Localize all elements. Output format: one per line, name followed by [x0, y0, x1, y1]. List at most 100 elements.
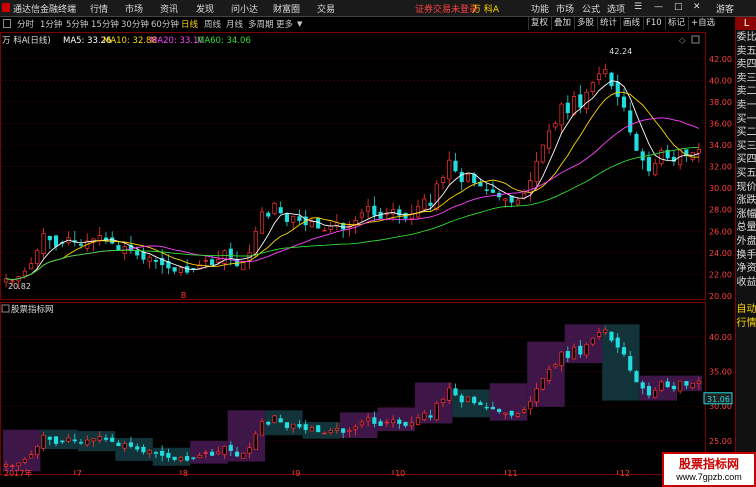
indicator-candle — [547, 369, 552, 381]
x-tick-label: 10 — [395, 469, 405, 478]
indicator-candle — [216, 451, 221, 455]
menu-zixun[interactable]: 资讯 — [160, 2, 178, 15]
indicator-candle — [440, 398, 446, 403]
side-tab-0[interactable]: 委比 — [736, 31, 756, 44]
indicator-boxes — [3, 324, 702, 472]
layout-icon[interactable] — [3, 19, 11, 28]
tool-biaoji[interactable]: 标记 — [665, 17, 687, 30]
menu-wenxiaoda[interactable]: 问小达 — [231, 2, 258, 15]
side-tab-4[interactable]: 卖二 — [736, 85, 756, 98]
y-tick-label: 38.00 — [709, 98, 732, 107]
indicator-box — [190, 440, 228, 464]
candle-body — [565, 102, 570, 114]
period-weekly[interactable]: 周线 — [204, 18, 221, 30]
side-tab-13[interactable]: 涨幅 — [736, 208, 756, 221]
candle-body — [153, 260, 158, 262]
side-tab-7[interactable]: 买二 — [736, 126, 756, 139]
period-60min[interactable]: 60分钟 — [151, 18, 179, 30]
period-monthly[interactable]: 月线 — [226, 18, 243, 30]
menu-gongshi[interactable]: 公式 — [582, 2, 600, 15]
indicator-candle — [103, 437, 109, 440]
tool-fuquan[interactable]: 复权 — [528, 17, 550, 30]
candle-body — [447, 159, 452, 180]
period-5min[interactable]: 5分钟 — [66, 18, 88, 30]
side-tab-8[interactable]: 买三 — [736, 140, 756, 153]
period-30min[interactable]: 30分钟 — [121, 18, 149, 30]
candle-body — [478, 182, 483, 187]
side-tab-11[interactable]: 现价 — [736, 181, 756, 194]
candle-body — [628, 110, 633, 133]
candle-body — [503, 198, 508, 202]
indicator-box — [527, 341, 565, 407]
side-tab-2[interactable]: 卖四 — [736, 58, 756, 71]
menu-icon[interactable]: ☰ — [634, 2, 642, 12]
menu-faxian[interactable]: 发现 — [196, 2, 214, 15]
candle-body — [434, 183, 439, 210]
indicator-candle — [185, 456, 190, 461]
candle-body — [490, 189, 495, 193]
side-L-icon[interactable]: L — [736, 17, 756, 30]
indicator-candle — [603, 329, 608, 333]
x-tick-label: 12 — [620, 469, 630, 478]
menu-xuanxiang[interactable]: 选项 — [607, 2, 625, 15]
side-tab-9[interactable]: 买四 — [736, 153, 756, 166]
period-more[interactable]: 更多 — [276, 18, 293, 30]
menu-shichang-right[interactable]: 市场 — [556, 2, 574, 15]
candle-body — [453, 160, 458, 172]
tool-huaxian[interactable]: 画线 — [620, 17, 642, 30]
side-tab-10[interactable]: 买五 — [736, 167, 756, 180]
watermark-url: www.7gpzb.com — [676, 472, 742, 482]
indicator-title: 股票指标网 — [11, 304, 54, 315]
tool-duogu[interactable]: 多股 — [574, 17, 596, 30]
candle-body — [172, 267, 177, 272]
candle-body — [621, 96, 627, 108]
tool-zixuan[interactable]: +自选 — [688, 17, 717, 30]
indicator-candle — [4, 464, 9, 467]
side-tab-21[interactable]: 行情 — [736, 317, 756, 330]
app-title: 通达信金融终端 — [13, 5, 77, 15]
indicator-candle — [122, 443, 127, 449]
period-fenshi[interactable]: 分时 — [17, 18, 34, 30]
guest-label[interactable]: 游客 — [716, 2, 734, 15]
side-tab-15[interactable]: 外盘 — [736, 235, 756, 248]
tool-f10[interactable]: F10 — [643, 17, 664, 30]
period-daily[interactable]: 日线 — [181, 18, 198, 30]
y-axis-ticks: 42.00 40.00 38.00 36.00 34.00 32.00 30.00 28.00… — [709, 55, 732, 446]
side-tab-20[interactable]: 自动 — [736, 303, 756, 316]
candle-body — [553, 123, 558, 128]
indicator-menu-icon[interactable] — [1, 304, 10, 313]
indicator-candle — [234, 451, 240, 457]
menu-caifuquan[interactable]: 财富圈 — [273, 2, 300, 15]
kline-chart[interactable]: 42.00 40.00 38.00 36.00 34.00 32.00 30.00 28.00… — [0, 32, 735, 478]
indicator-candle — [309, 427, 314, 432]
tool-diejia[interactable]: 叠加 — [551, 17, 573, 30]
menu-gongneng[interactable]: 功能 — [531, 2, 549, 15]
menu-jiaoyi[interactable]: 交易 — [317, 2, 335, 15]
login-status[interactable]: 证券交易未登录 — [415, 2, 478, 15]
side-tab-1[interactable]: 卖五 — [736, 45, 756, 58]
side-tab-5[interactable]: 卖一 — [736, 99, 756, 112]
candle-body — [484, 189, 489, 191]
indicator-candle — [584, 344, 589, 356]
side-tab-12[interactable]: 涨跌 — [736, 194, 756, 207]
side-tab-16[interactable]: 换手 — [736, 249, 756, 262]
period-15min[interactable]: 15分钟 — [91, 18, 119, 30]
side-tab-6[interactable]: 买一 — [736, 113, 756, 126]
side-tab-17[interactable]: 净资 — [736, 262, 756, 275]
y-tick-label: 26.00 — [709, 227, 732, 236]
period-1min[interactable]: 1分钟 — [40, 18, 62, 30]
indicator-candle — [297, 424, 302, 428]
period-multi[interactable]: 多周期 — [248, 18, 274, 30]
tool-tongji[interactable]: 统计 — [597, 17, 619, 30]
maximize-chart-icon[interactable] — [691, 35, 700, 44]
minimize-icon[interactable]: — — [654, 2, 663, 12]
close-icon[interactable]: ✕ — [693, 2, 701, 12]
menu-shichang[interactable]: 市场 — [125, 2, 143, 15]
menu-hangqing[interactable]: 行情 — [90, 2, 108, 15]
maximize-icon[interactable]: □ — [674, 2, 683, 12]
side-tab-3[interactable]: 卖三 — [736, 72, 756, 85]
side-tab-18[interactable]: 收益 — [736, 276, 756, 289]
side-tab-14[interactable]: 总量 — [736, 221, 756, 234]
chevron-down-icon[interactable]: ▼ — [297, 20, 302, 28]
settings-diamond-icon[interactable]: ◇ — [679, 36, 686, 46]
